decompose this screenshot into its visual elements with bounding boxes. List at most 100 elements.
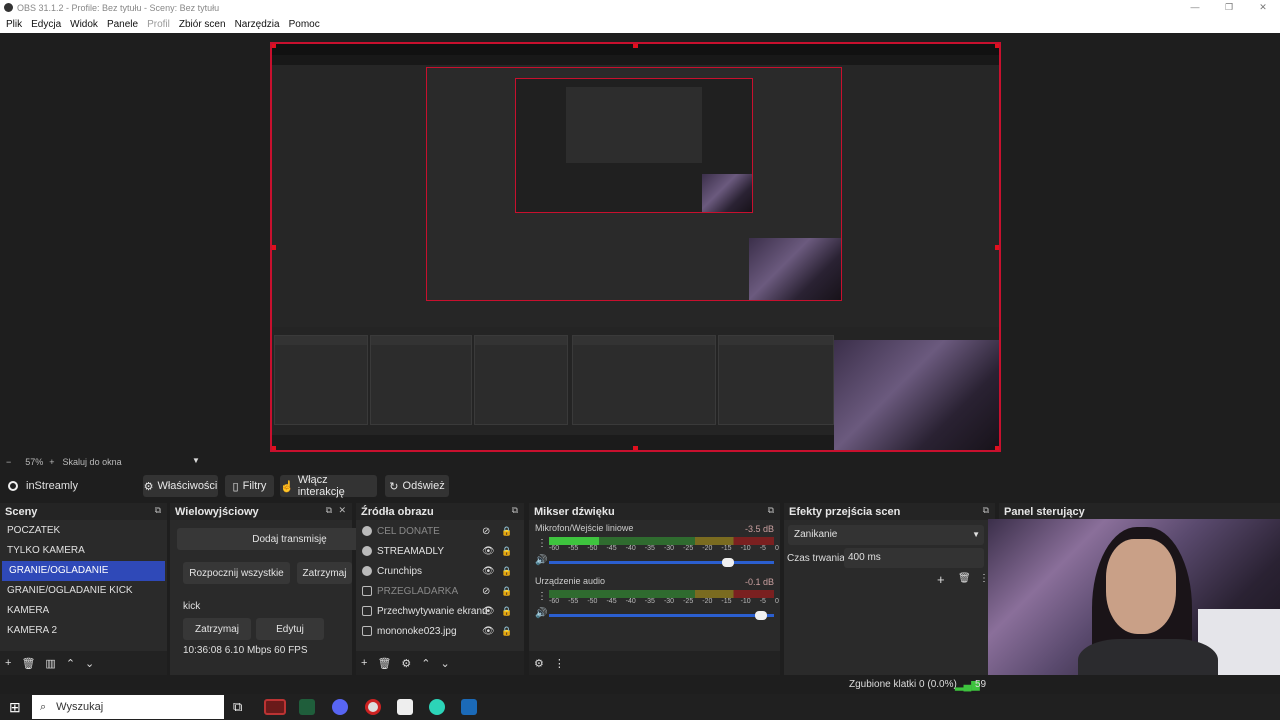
arrow-down-icon[interactable]: ⌄ xyxy=(85,657,94,670)
file-explorer-icon[interactable] xyxy=(397,699,413,715)
steam-taskbar-icon[interactable] xyxy=(461,699,477,715)
eye-icon[interactable]: 👁 xyxy=(482,606,495,617)
start-all-button[interactable]: Rozpocznij wszystkie xyxy=(183,562,290,584)
add-icon[interactable]: + xyxy=(937,572,945,587)
filters-button[interactable]: ▯ Filtry xyxy=(225,475,274,497)
restore-icon[interactable]: ❐ xyxy=(1212,0,1246,15)
close-icon[interactable]: ✕ xyxy=(338,505,346,516)
menu-profil[interactable]: Profil xyxy=(147,19,170,30)
trash-icon[interactable]: 🗑 xyxy=(958,573,971,584)
add-icon[interactable]: + xyxy=(5,657,11,669)
more-options-icon[interactable]: ⋮ xyxy=(554,657,565,670)
resize-handle-top[interactable] xyxy=(633,44,638,48)
resize-handle-left[interactable] xyxy=(272,245,276,250)
meter-scale-tick: -20 xyxy=(702,545,713,552)
stop-stream-button[interactable]: Zatrzymaj xyxy=(183,618,251,640)
more-options-icon[interactable]: ⋮ xyxy=(537,538,547,549)
chevron-down-icon[interactable]: ▼ xyxy=(192,456,200,465)
eye-icon[interactable]: 👁 xyxy=(482,546,495,557)
lock-icon[interactable]: 🔒 xyxy=(501,586,512,597)
excel-taskbar-icon[interactable] xyxy=(299,699,315,715)
resize-handle-tr[interactable] xyxy=(995,44,999,48)
transition-select[interactable]: Zanikanie ▼ xyxy=(788,525,984,545)
interact-button[interactable]: ☝ Włącz interakcję xyxy=(280,474,377,498)
close-icon[interactable]: ✕ xyxy=(1246,0,1280,15)
volume-slider[interactable] xyxy=(549,558,774,567)
browser-taskbar-icon[interactable] xyxy=(365,699,381,715)
lock-icon[interactable]: 🔒 xyxy=(501,626,512,637)
undock-icon[interactable]: ⧉ xyxy=(326,505,332,516)
lock-icon[interactable]: 🔒 xyxy=(501,606,512,617)
source-item[interactable]: CEL DONATE ⊘ 🔒 xyxy=(356,521,524,541)
scale-mode[interactable]: Skaluj do okna xyxy=(63,457,122,467)
speaker-icon[interactable]: 🔊 xyxy=(535,555,547,566)
arrow-up-icon[interactable]: ⌃ xyxy=(66,657,75,670)
lock-icon[interactable]: 🔒 xyxy=(501,566,512,577)
scene-item[interactable]: GRANIE/OGLADANIE xyxy=(2,561,165,581)
menu-narzedzia[interactable]: Narzędzia xyxy=(235,19,280,30)
scene-item[interactable]: POCZATEK xyxy=(0,521,167,541)
eye-hidden-icon[interactable]: ⊘ xyxy=(482,526,490,537)
gear-icon[interactable]: ⚙ xyxy=(401,657,411,670)
source-item[interactable]: PRZEGLADARKA ⊘ 🔒 xyxy=(356,581,524,601)
lock-icon[interactable]: 🔒 xyxy=(501,526,512,537)
eye-hidden-icon[interactable]: ⊘ xyxy=(482,586,490,597)
menu-pomoc[interactable]: Pomoc xyxy=(289,19,320,30)
add-icon[interactable]: + xyxy=(361,657,367,669)
gear-icon[interactable]: ⚙ xyxy=(534,657,544,670)
transitions-dock: Efekty przejścia scen ⧉ Zanikanie ▼ Czas… xyxy=(784,503,995,675)
resize-handle-bottom[interactable] xyxy=(633,446,638,450)
stop-all-button[interactable]: Zatrzymaj xyxy=(297,562,352,584)
trash-icon[interactable]: 🗑 xyxy=(377,657,391,670)
windows-start-icon[interactable]: ⊞ xyxy=(9,699,21,716)
menu-widok[interactable]: Widok xyxy=(70,19,98,30)
zoom-out-button[interactable]: − xyxy=(6,457,11,467)
menu-panele[interactable]: Panele xyxy=(107,19,138,30)
arrow-up-icon[interactable]: ⌃ xyxy=(421,657,430,670)
preview-canvas[interactable] xyxy=(270,42,1001,452)
eye-icon[interactable]: 👁 xyxy=(482,566,495,577)
scene-item[interactable]: KAMERA 2 xyxy=(0,621,167,641)
volume-slider[interactable] xyxy=(549,611,774,620)
resize-handle-bl[interactable] xyxy=(272,446,276,450)
source-item[interactable]: mononoke023.jpg 👁 🔒 xyxy=(356,621,524,641)
minimize-icon[interactable]: — xyxy=(1178,0,1212,15)
task-view-icon[interactable]: ⧉ xyxy=(233,699,242,715)
volume-slider-knob[interactable] xyxy=(755,611,768,620)
zoom-in-button[interactable]: + xyxy=(49,457,54,467)
menu-plik[interactable]: Plik xyxy=(6,19,22,30)
gear-icon: ⚙ xyxy=(143,480,154,493)
source-item[interactable]: STREAMADLY 👁 🔒 xyxy=(356,541,524,561)
obs-taskbar-icon[interactable] xyxy=(264,699,286,715)
resize-handle-tl[interactable] xyxy=(272,44,276,48)
scene-item[interactable]: KAMERA xyxy=(0,601,167,621)
trash-icon[interactable]: 🗑 xyxy=(21,657,35,670)
scene-item[interactable]: TYLKO KAMERA xyxy=(0,541,167,561)
edit-stream-button[interactable]: Edytuj xyxy=(256,618,324,640)
mixer-channel-desktop: Urządzenie audio -0.1 dB ⋮ -60 -55 -50 -45-… xyxy=(529,573,780,625)
duration-input[interactable]: 400 ms xyxy=(844,548,984,568)
more-options-icon[interactable]: ⋮ xyxy=(537,591,547,602)
edge-taskbar-icon[interactable] xyxy=(429,699,445,715)
scene-item[interactable]: GRANIE/OGLADANIE KICK xyxy=(0,581,167,601)
source-item[interactable]: Przechwytywanie ekranu 👁 🔒 xyxy=(356,601,524,621)
resize-handle-right[interactable] xyxy=(995,245,999,250)
lock-icon[interactable]: 🔒 xyxy=(501,546,512,557)
taskbar-search[interactable]: ⌕ Wyszukaj xyxy=(32,695,224,719)
refresh-button[interactable]: ↻ Odśwież xyxy=(385,475,449,497)
volume-slider-knob[interactable] xyxy=(721,558,734,567)
resize-handle-br[interactable] xyxy=(995,446,999,450)
undock-icon[interactable]: ⧉ xyxy=(155,505,161,516)
menu-zbior-scen[interactable]: Zbiór scen xyxy=(179,19,226,30)
discord-taskbar-icon[interactable] xyxy=(332,699,348,715)
undock-icon[interactable]: ⧉ xyxy=(983,505,989,516)
undock-icon[interactable]: ⧉ xyxy=(512,505,518,516)
speaker-icon[interactable]: 🔊 xyxy=(535,608,547,619)
source-item[interactable]: Crunchips 👁 🔒 xyxy=(356,561,524,581)
menu-edycja[interactable]: Edycja xyxy=(31,19,61,30)
properties-button[interactable]: ⚙ Właściwości xyxy=(143,475,218,497)
eye-icon[interactable]: 👁 xyxy=(482,626,495,637)
arrow-down-icon[interactable]: ⌄ xyxy=(441,657,450,670)
undock-icon[interactable]: ⧉ xyxy=(768,505,774,516)
filter-icon[interactable]: ▥ xyxy=(45,657,55,670)
